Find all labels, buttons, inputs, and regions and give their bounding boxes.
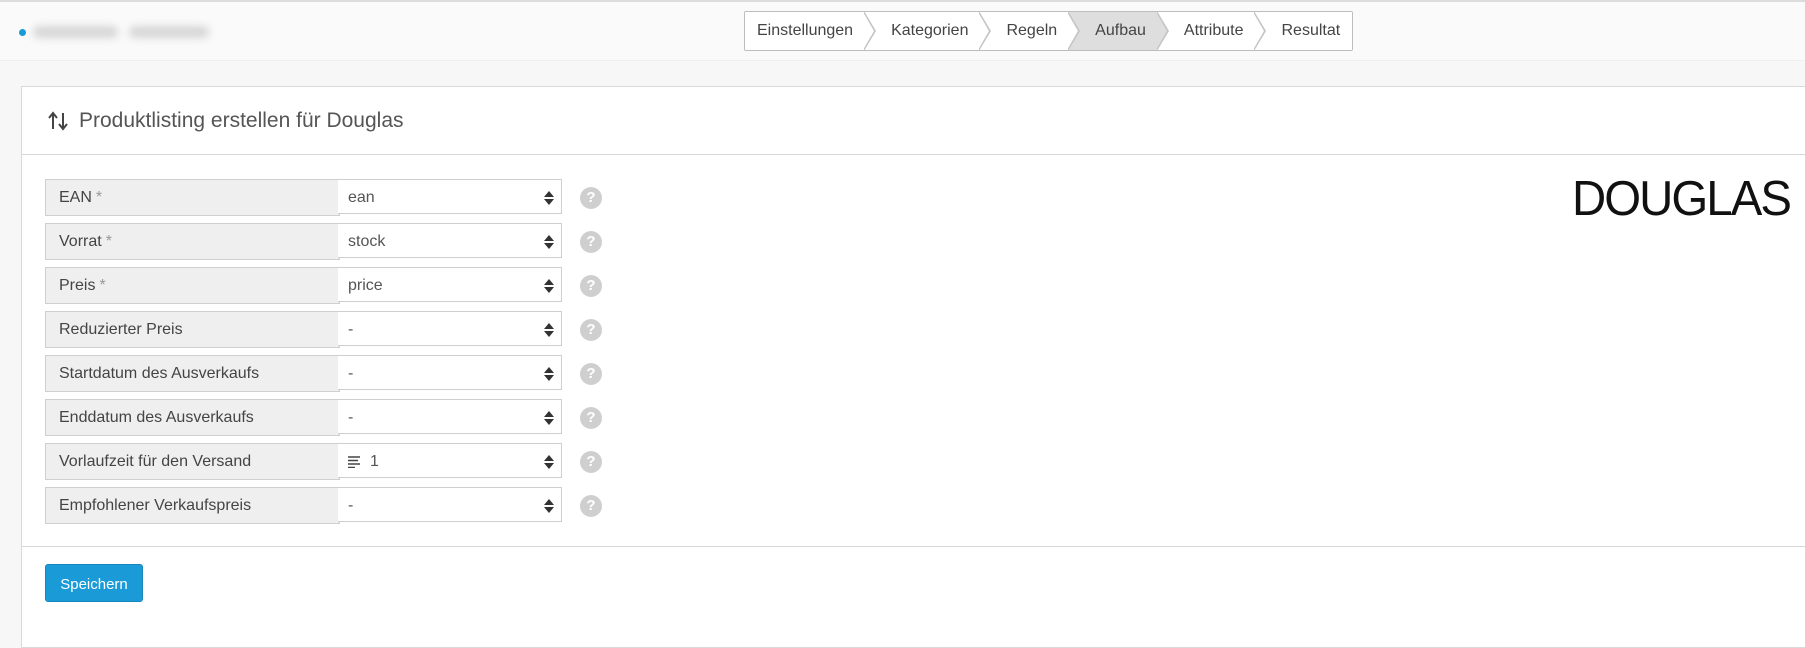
field-row-vorrat: Vorrat * stock ? (45, 223, 602, 260)
help-icon[interactable]: ? (580, 407, 602, 429)
field-select-vorrat[interactable]: stock (338, 223, 562, 258)
wizard-step-label: Kategorien (891, 22, 969, 39)
field-select-empfohlener-verkaufspreis[interactable]: - (338, 487, 562, 522)
required-mark: * (95, 189, 103, 206)
wizard-step-label: Attribute (1183, 22, 1244, 39)
sort-arrows-icon (48, 111, 68, 131)
wizard-steps: Einstellungen Kategorien Regeln Aufbau A… (744, 11, 1354, 51)
select-value: - (348, 321, 354, 338)
help-icon[interactable]: ? (580, 451, 602, 473)
help-icon[interactable]: ? (580, 231, 602, 253)
panel-header: Produktlisting erstellen für Douglas (22, 87, 1805, 155)
select-arrows-icon (544, 367, 554, 381)
wizard-step-kategorien[interactable]: Kategorien (864, 12, 992, 50)
wizard-step-label: Regeln (1006, 22, 1058, 39)
help-icon[interactable]: ? (580, 495, 602, 517)
field-label: Startdatum des Ausverkaufs (45, 355, 340, 392)
field-label: Vorrat * (45, 223, 340, 260)
field-select-startdatum[interactable]: - (338, 355, 562, 390)
select-arrows-icon (544, 499, 554, 513)
field-label-text: Preis (59, 277, 96, 294)
select-value: 1 (370, 453, 379, 470)
svg-text:DOUGLAS: DOUGLAS (1572, 173, 1790, 221)
field-label-text: Empfohlener Verkaufspreis (59, 497, 252, 514)
field-row-vorlaufzeit: Vorlaufzeit für den Versand 1 ? (45, 443, 602, 480)
field-label-text: Vorlaufzeit für den Versand (59, 453, 252, 470)
select-value: - (348, 497, 354, 514)
field-label: Vorlaufzeit für den Versand (45, 443, 340, 480)
field-label-text: Startdatum des Ausverkaufs (59, 365, 260, 382)
save-button[interactable]: Speichern (45, 564, 143, 602)
wizard-step-label: Einstellungen (757, 22, 854, 39)
text-lines-icon (348, 456, 360, 468)
wizard-step-attribute[interactable]: Attribute (1156, 12, 1267, 50)
field-label-text: Vorrat (59, 233, 102, 250)
select-value: - (348, 409, 354, 426)
field-label-text: Enddatum des Ausverkaufs (59, 409, 254, 426)
page-title: Produktlisting erstellen für Douglas (79, 109, 404, 132)
select-arrows-icon (544, 279, 554, 293)
field-label-text: Reduzierter Preis (59, 321, 183, 338)
wizard-step-einstellungen[interactable]: Einstellungen (745, 12, 877, 50)
help-icon[interactable]: ? (580, 363, 602, 385)
field-select-preis[interactable]: price (338, 267, 562, 302)
select-value: price (348, 277, 383, 294)
select-arrows-icon (544, 455, 554, 469)
wizard-step-resultat[interactable]: Resultat (1254, 12, 1353, 50)
help-icon[interactable]: ? (580, 319, 602, 341)
wizard-step-aufbau[interactable]: Aufbau (1068, 12, 1169, 50)
field-label: Preis * (45, 267, 340, 304)
help-icon[interactable]: ? (580, 187, 602, 209)
field-label: Reduzierter Preis (45, 311, 340, 348)
field-row-startdatum: Startdatum des Ausverkaufs - ? (45, 355, 602, 392)
required-mark: * (99, 277, 106, 294)
select-arrows-icon (544, 411, 554, 425)
field-label: Empfohlener Verkaufspreis (45, 487, 340, 524)
select-value: stock (348, 233, 386, 250)
status-dot (19, 29, 26, 36)
field-mapping-form: EAN * ean ? Vorrat * stock ? Preis * price … (45, 179, 602, 531)
listing-panel: Produktlisting erstellen für Douglas DOU… (21, 86, 1805, 648)
select-value: - (348, 365, 354, 382)
select-arrows-icon (544, 235, 554, 249)
field-row-ean: EAN * ean ? (45, 179, 602, 216)
field-row-empfohlener-verkaufspreis: Empfohlener Verkaufspreis - ? (45, 487, 602, 524)
help-icon[interactable]: ? (580, 275, 602, 297)
wizard-step-label: Resultat (1281, 22, 1341, 39)
blurred-breadcrumb (33, 18, 213, 46)
field-label: EAN * (45, 179, 340, 216)
douglas-logo: DOUGLAS (1572, 173, 1792, 221)
field-select-ean[interactable]: ean (338, 179, 562, 214)
field-select-reduzierter-preis[interactable]: - (338, 311, 562, 346)
field-label-text: EAN (59, 189, 92, 206)
footer-divider (22, 546, 1805, 547)
field-row-reduzierter-preis: Reduzierter Preis - ? (45, 311, 602, 348)
field-label: Enddatum des Ausverkaufs (45, 399, 340, 436)
wizard-step-label: Aufbau (1095, 22, 1146, 39)
select-arrows-icon (544, 323, 554, 337)
select-value: ean (348, 189, 375, 206)
wizard-step-regeln[interactable]: Regeln (979, 12, 1081, 50)
field-select-vorlaufzeit[interactable]: 1 (338, 443, 562, 478)
field-row-enddatum: Enddatum des Ausverkaufs - ? (45, 399, 602, 436)
required-mark: * (105, 233, 112, 250)
field-select-enddatum[interactable]: - (338, 399, 562, 434)
field-row-preis: Preis * price ? (45, 267, 602, 304)
select-arrows-icon (544, 191, 554, 205)
